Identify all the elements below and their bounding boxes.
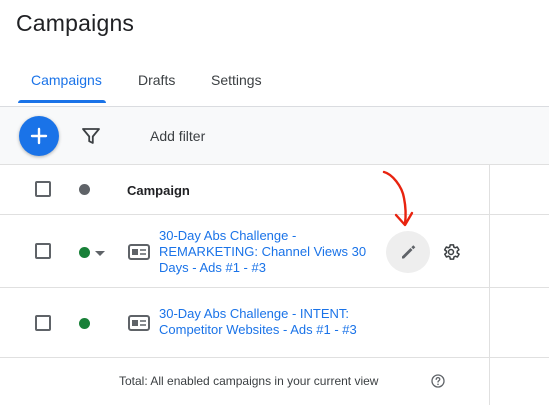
tab-drafts[interactable]: Drafts — [138, 72, 175, 88]
filter-icon[interactable] — [80, 126, 102, 146]
status-dropdown-chevron-icon[interactable] — [95, 251, 105, 256]
image-ad-icon — [128, 244, 150, 260]
gear-icon[interactable] — [441, 242, 461, 262]
status-enabled-icon — [79, 247, 90, 258]
status-header-icon — [79, 184, 90, 195]
add-campaign-button[interactable] — [19, 116, 59, 156]
table-total-row: Total: All enabled campaigns in your cur… — [0, 357, 549, 405]
row-checkbox[interactable] — [35, 243, 51, 259]
edit-icon — [402, 245, 416, 259]
edit-campaign-button[interactable] — [386, 231, 430, 273]
tab-bar: Campaigns Drafts Settings — [0, 62, 549, 106]
total-label: Total: All enabled campaigns in your cur… — [119, 374, 379, 388]
tab-campaigns[interactable]: Campaigns — [31, 72, 102, 88]
image-ad-icon — [128, 315, 150, 331]
table-header-row: Campaign — [0, 164, 549, 214]
plus-icon — [30, 127, 48, 145]
campaign-column-header[interactable]: Campaign — [127, 183, 190, 198]
add-filter-button[interactable]: Add filter — [150, 128, 205, 144]
page-title: Campaigns — [16, 10, 135, 36]
tab-settings[interactable]: Settings — [211, 72, 262, 88]
active-tab-indicator — [18, 100, 106, 103]
select-all-checkbox[interactable] — [35, 181, 51, 197]
table-row: 30-Day Abs Challenge - INTENT: Competito… — [0, 287, 549, 357]
status-enabled-icon — [79, 318, 90, 329]
help-icon[interactable] — [431, 374, 445, 388]
campaign-name-link[interactable]: 30-Day Abs Challenge - REMARKETING: Chan… — [159, 228, 379, 276]
column-divider — [489, 164, 490, 405]
table-row: 30-Day Abs Challenge - REMARKETING: Chan… — [0, 214, 549, 287]
campaign-name-link[interactable]: 30-Day Abs Challenge - INTENT: Competito… — [159, 306, 379, 338]
row-checkbox[interactable] — [35, 315, 51, 331]
